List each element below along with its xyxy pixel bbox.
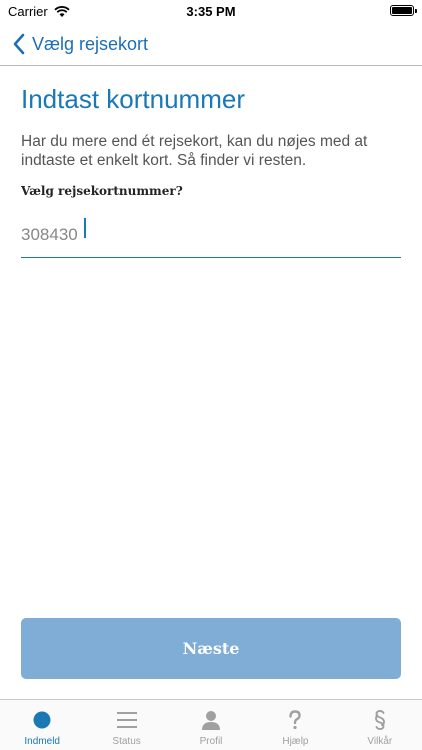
status-bar: Carrier 3:35 PM (0, 0, 422, 22)
text-cursor (84, 218, 86, 238)
clock: 3:35 PM (186, 4, 236, 19)
back-button-label: Vælg rejsekort (32, 33, 149, 54)
tab-label: Profil (199, 736, 223, 747)
tab-vilkaar[interactable]: Vilkår (338, 700, 422, 750)
tab-indmeld[interactable]: Indmeld (0, 700, 84, 750)
tab-bar: Indmeld Status Profil Hjælp Vilkår (0, 699, 422, 750)
tab-label: Status (112, 736, 141, 747)
tab-hjaelp[interactable]: Hjælp (253, 700, 337, 750)
card-number-label: Vælg rejsekortnummer? (21, 184, 183, 198)
question-icon (283, 708, 307, 732)
tab-label: Vilkår (367, 736, 393, 747)
page-title: Indtast kortnummer (21, 84, 245, 114)
chevron-left-icon (13, 33, 25, 55)
intro-text: Har du mere end ét rejsekort, kan du nøj… (21, 133, 368, 169)
back-button[interactable]: Vælg rejsekort (12, 30, 148, 58)
tab-label: Hjælp (282, 736, 309, 747)
tab-profil[interactable]: Profil (169, 700, 253, 750)
navigation-bar: Vælg rejsekort (0, 22, 422, 66)
battery-icon (390, 5, 417, 16)
person-icon (199, 708, 223, 732)
tab-status[interactable]: Status (84, 700, 168, 750)
section-icon (368, 708, 392, 732)
card-number-input[interactable] (21, 212, 401, 258)
dot-icon (30, 708, 54, 732)
list-icon (115, 708, 139, 732)
tab-label: Indmeld (24, 736, 60, 747)
next-button[interactable]: Næste (21, 618, 401, 679)
